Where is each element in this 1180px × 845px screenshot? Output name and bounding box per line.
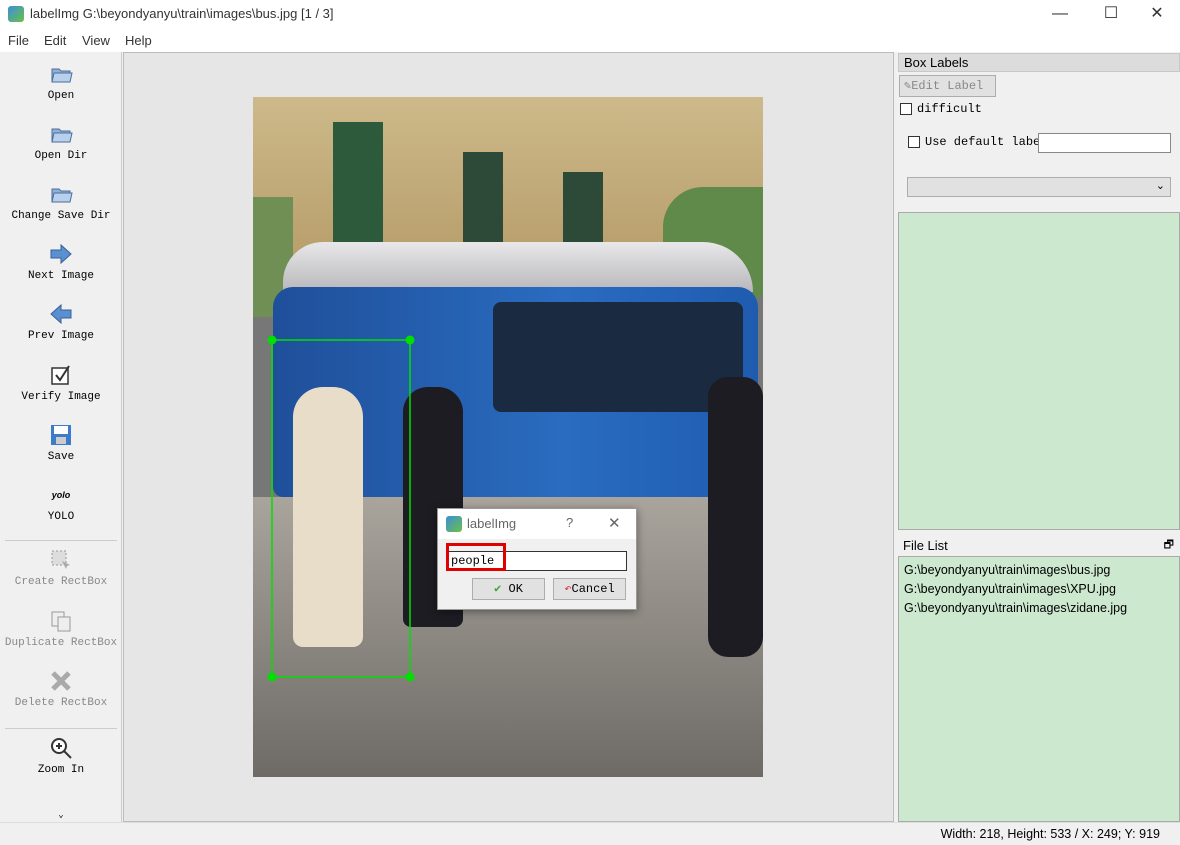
use-default-label-text: Use default label [925,135,1048,149]
toolbar: Open Open Dir Change Save Dir Next Image… [0,52,122,822]
folder-icon [51,188,73,203]
create-rectbox-button[interactable]: Create RectBox [0,548,122,588]
change-save-dir-button[interactable]: Change Save Dir [0,182,122,222]
edit-label-button[interactable]: ✎Edit Label [899,75,996,97]
undo-arrow-icon: ↶ [564,582,572,596]
yolo-button[interactable]: yolo YOLO [0,483,122,523]
close-button[interactable]: ✕ [1147,4,1167,24]
verify-image-button[interactable]: Verify Image [0,363,122,403]
float-dock-icon[interactable]: 🗗 [1164,537,1174,554]
dialog-titlebar: labelImg ? ✕ [438,509,636,539]
bbox-handle[interactable] [267,335,277,345]
right-dock: Box Labels ✎Edit Label difficult Use def… [897,52,1180,822]
default-label-input[interactable] [1038,133,1171,153]
bbox-handle[interactable] [267,672,277,682]
zoom-in-icon [51,738,72,759]
open-dir-button[interactable]: Open Dir [0,122,122,162]
label-combobox[interactable]: ⌄ [907,177,1171,197]
title-bar: labelImg G:\beyondyanyu\train\images\bus… [0,0,1180,28]
menu-help[interactable]: Help [125,33,152,48]
menu-edit[interactable]: Edit [44,33,66,48]
menu-view[interactable]: View [82,33,110,48]
separator [5,728,117,729]
toolbar-more-chevron-icon[interactable]: ⌄ [0,810,122,820]
difficult-label: difficult [917,102,982,116]
status-text: Width: 218, Height: 533 / X: 249; Y: 919 [940,827,1160,841]
dialog-help-button[interactable]: ? [566,515,573,530]
yolo-icon: yolo [51,490,71,500]
app-icon [8,6,24,22]
menu-bar: File Edit View Help [0,28,1180,52]
zoom-in-button[interactable]: Zoom In [0,736,122,776]
minimize-button[interactable]: — [1050,4,1070,24]
bbox-handle[interactable] [405,672,415,682]
rect-draw-icon [51,550,70,569]
use-default-label-checkbox[interactable] [908,136,920,148]
window-title: labelImg G:\beyondyanyu\train\images\bus… [30,6,334,21]
menu-file[interactable]: File [8,33,29,48]
label-dialog: labelImg ? ✕ people ✔ OK ↶Cancel [437,508,637,610]
arrow-left-icon [50,303,72,325]
status-bar: Width: 218, Height: 533 / X: 249; Y: 919 [0,822,1180,845]
file-list-item[interactable]: G:\beyondyanyu\train\images\bus.jpg [904,561,1174,580]
next-image-button[interactable]: Next Image [0,242,122,282]
check-icon: ✔ [494,582,502,596]
separator [5,540,117,541]
difficult-checkbox[interactable] [900,103,912,115]
app-icon [446,516,462,532]
folder-icon [51,128,73,143]
bounding-box[interactable] [253,97,763,777]
file-list-item[interactable]: G:\beyondyanyu\train\images\zidane.jpg [904,599,1174,618]
box-labels-title: Box Labels [898,53,1180,72]
arrow-right-icon [50,243,72,265]
chevron-down-icon: ⌄ [1155,180,1165,192]
folder-icon [51,68,73,83]
floppy-icon [51,425,71,445]
file-list: G:\beyondyanyu\train\images\bus.jpg G:\b… [898,556,1180,822]
copy-icon [51,611,71,632]
dialog-title: labelImg [467,516,517,531]
file-list-item[interactable]: G:\beyondyanyu\train\images\XPU.jpg [904,580,1174,599]
cancel-button[interactable]: ↶Cancel [553,578,626,600]
file-list-title: File List 🗗 [898,537,1180,556]
open-button[interactable]: Open [0,62,122,102]
maximize-button[interactable]: ☐ [1101,4,1121,24]
highlight-box [446,543,506,571]
label-list[interactable] [898,212,1180,530]
checkbox-icon [51,365,70,385]
prev-image-button[interactable]: Prev Image [0,302,122,342]
dialog-close-button[interactable]: ✕ [608,514,621,532]
ok-button[interactable]: ✔ OK [472,578,545,600]
duplicate-rectbox-button[interactable]: Duplicate RectBox [0,609,122,649]
delete-rectbox-button[interactable]: Delete RectBox [0,669,122,709]
delete-icon [51,671,71,691]
bbox-handle[interactable] [405,335,415,345]
save-button[interactable]: Save [0,423,122,463]
